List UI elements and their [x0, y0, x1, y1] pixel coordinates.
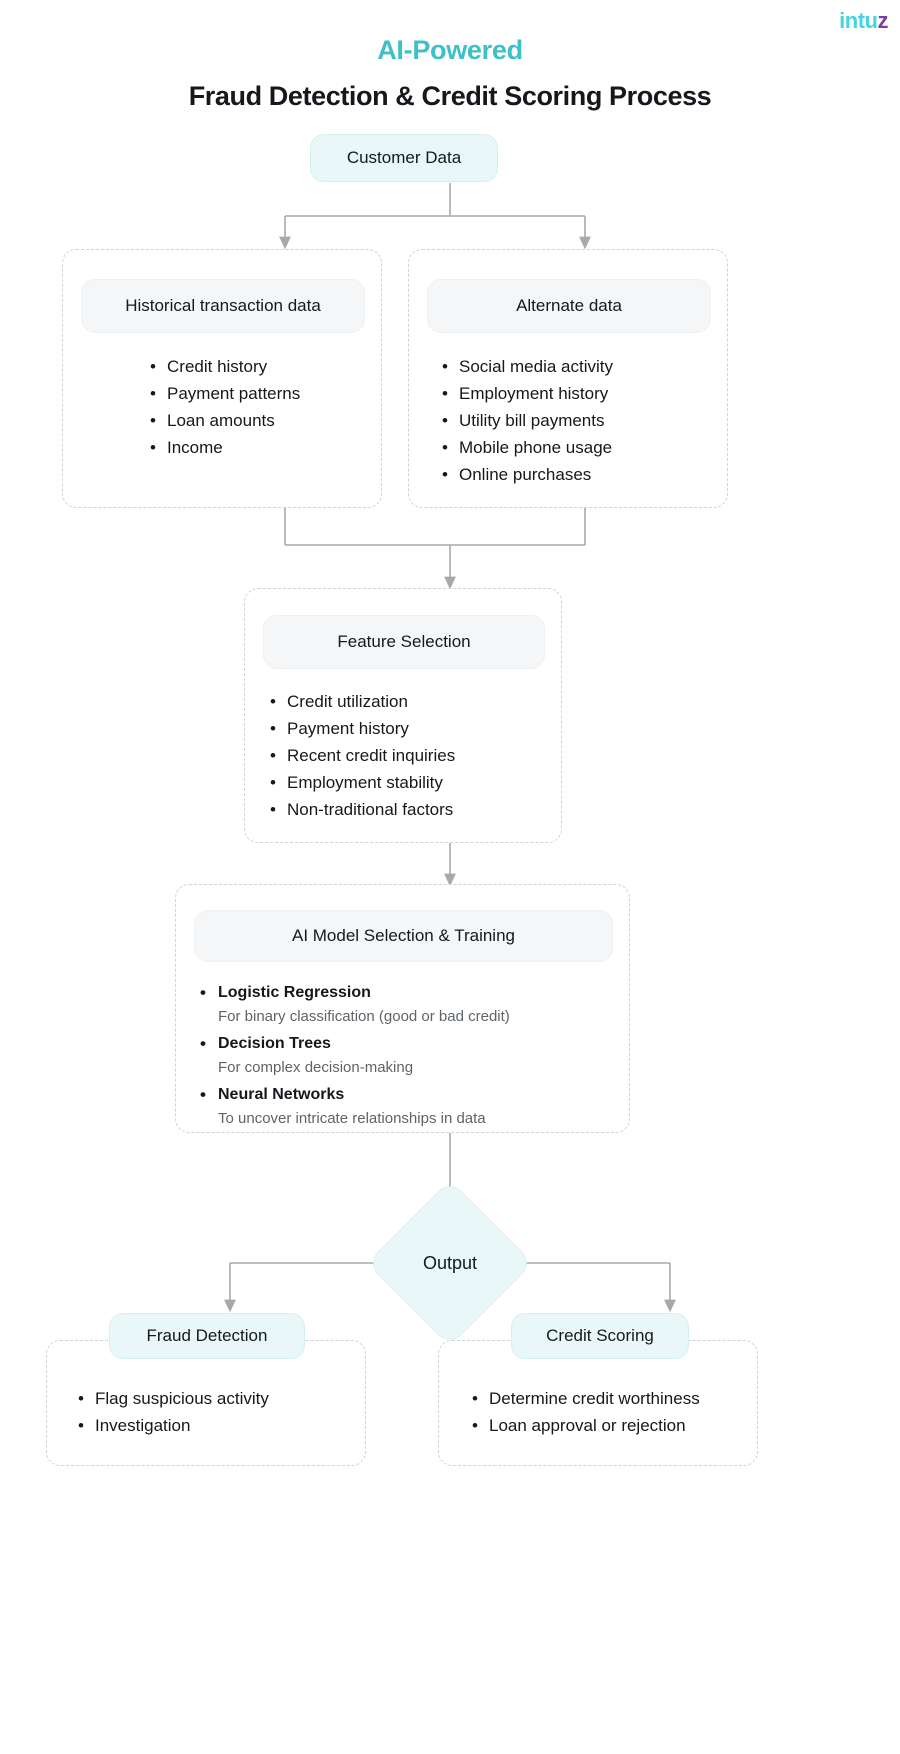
list-item: Loan approval or rejection — [469, 1412, 759, 1439]
list-item: Investigation — [75, 1412, 355, 1439]
list-item: Neural Networks To uncover intricate rel… — [196, 1082, 616, 1131]
list-item: Payment patterns — [147, 380, 377, 407]
logo-text-accent: z — [877, 8, 889, 33]
group-header-alternate-label: Alternate data — [516, 295, 622, 315]
model-description: To uncover intricate relationships in da… — [218, 1110, 486, 1127]
list-item: Income — [147, 434, 377, 461]
list-item: Non-traditional factors — [267, 796, 547, 823]
list-item: Social media activity — [439, 353, 709, 380]
list-ai-model-items: Logistic Regression For binary classific… — [196, 980, 616, 1133]
group-header-feature-selection: Feature Selection — [263, 615, 545, 669]
list-feature-selection-items: Credit utilization Payment history Recen… — [267, 688, 547, 823]
group-header-fraud-detection: Fraud Detection — [109, 1313, 305, 1359]
list-item: Determine credit worthiness — [469, 1385, 759, 1412]
list-historical-items: Credit history Payment patterns Loan amo… — [147, 353, 377, 461]
group-ai-model-training: AI Model Selection & Training Logistic R… — [175, 884, 630, 1133]
list-item: Flag suspicious activity — [75, 1385, 355, 1412]
list-item: Logistic Regression For binary classific… — [196, 980, 616, 1029]
group-header-historical-label: Historical transaction data — [125, 295, 321, 315]
group-header-alternate: Alternate data — [427, 279, 711, 333]
logo-text-primary: intu — [839, 8, 878, 33]
group-credit-scoring: Credit Scoring Determine credit worthine… — [438, 1313, 759, 1466]
group-header-feature-selection-label: Feature Selection — [337, 631, 471, 651]
page-title-block: AI-Powered Fraud Detection & Credit Scor… — [0, 34, 900, 114]
list-alternate-items: Social media activity Employment history… — [439, 353, 709, 488]
list-item: Employment stability — [267, 769, 547, 796]
list-item: Payment history — [267, 715, 547, 742]
group-header-historical: Historical transaction data — [81, 279, 365, 333]
group-header-credit-scoring-label: Credit Scoring — [546, 1325, 654, 1345]
list-fraud-detection-items: Flag suspicious activity Investigation — [75, 1385, 355, 1439]
list-item: Utility bill payments — [439, 407, 709, 434]
list-item: Credit history — [147, 353, 377, 380]
group-historical-transaction-data: Historical transaction data Credit histo… — [62, 249, 382, 508]
list-item: Loan amounts — [147, 407, 377, 434]
list-credit-scoring-items: Determine credit worthiness Loan approva… — [469, 1385, 759, 1439]
page-title-accent: AI-Powered — [377, 35, 523, 65]
model-title: Decision Trees — [218, 1035, 331, 1052]
node-output-label-wrap: Output — [360, 1253, 540, 1274]
list-item: Employment history — [439, 380, 709, 407]
group-fraud-detection: Fraud Detection Flag suspicious activity… — [46, 1313, 366, 1466]
group-alternate-data: Alternate data Social media activity Emp… — [408, 249, 728, 508]
model-description: For binary classification (good or bad c… — [218, 1008, 510, 1025]
group-header-credit-scoring: Credit Scoring — [511, 1313, 689, 1359]
group-header-ai-model-training-label: AI Model Selection & Training — [291, 925, 515, 945]
group-header-ai-model-training: AI Model Selection & Training — [194, 910, 613, 962]
node-output-label: Output — [422, 1253, 478, 1273]
model-title: Neural Networks — [218, 1086, 345, 1103]
group-feature-selection: Feature Selection Credit utilization Pay… — [244, 588, 562, 843]
group-header-fraud-detection-label: Fraud Detection — [146, 1325, 268, 1345]
intuz-logo: intuz — [839, 10, 888, 32]
node-customer-data: Customer Data — [310, 134, 498, 182]
infographic-page: intuz AI-Powered Fraud Detection & Credi… — [0, 0, 900, 1754]
node-customer-data-label: Customer Data — [346, 147, 462, 167]
list-item: Mobile phone usage — [439, 434, 709, 461]
list-item: Online purchases — [439, 461, 709, 488]
model-title: Logistic Regression — [218, 984, 371, 1001]
model-description: For complex decision-making — [218, 1059, 414, 1076]
list-item: Decision Trees For complex decision-maki… — [196, 1031, 616, 1080]
page-title: Fraud Detection & Credit Scoring Process — [188, 80, 712, 111]
list-item: Credit utilization — [267, 688, 547, 715]
list-item: Recent credit inquiries — [267, 742, 547, 769]
